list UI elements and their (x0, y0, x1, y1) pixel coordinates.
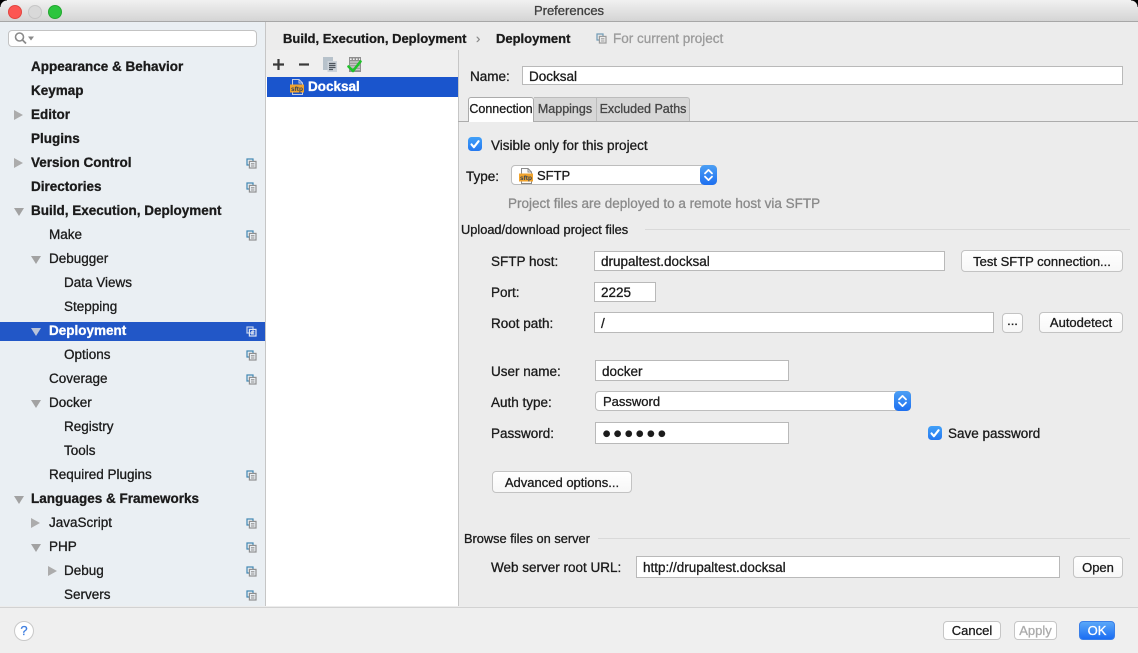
svg-text:sftp: sftp (520, 175, 532, 182)
svg-text:sftp: sftp (291, 86, 303, 93)
